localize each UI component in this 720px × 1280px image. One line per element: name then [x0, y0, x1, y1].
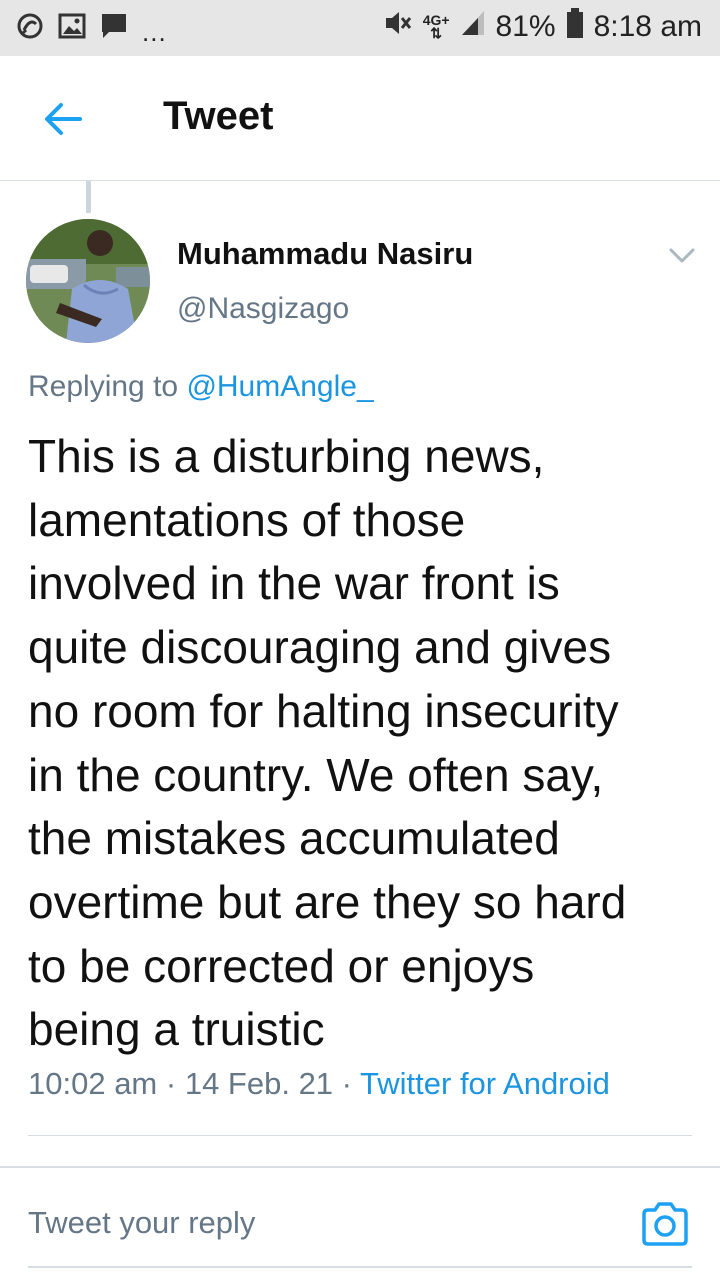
- meta-separator: ·: [157, 1066, 185, 1101]
- meta-separator-2: ·: [333, 1066, 361, 1101]
- tweet-time: 10:02 am: [28, 1066, 158, 1101]
- tweet-source-link[interactable]: Twitter for Android: [360, 1066, 610, 1101]
- data-arrows: ⇅: [430, 25, 442, 41]
- more-notifications: ...: [142, 17, 167, 47]
- reply-bar-divider: [0, 1166, 720, 1168]
- page-title: Tweet: [163, 94, 274, 138]
- status-bar: ... 4G+ ⇅ 81% 8:18 am: [0, 0, 720, 56]
- author-name[interactable]: Muhammadu Nasiru: [177, 236, 473, 272]
- tweet-text: This is a disturbing news, lamentations …: [28, 430, 627, 1056]
- avatar[interactable]: [26, 219, 150, 343]
- author-handle[interactable]: @Nasgizago: [177, 292, 349, 326]
- tweet-options-button[interactable]: [664, 240, 700, 270]
- app-header: Tweet: [0, 56, 720, 181]
- signal-strength-icon: [460, 9, 486, 45]
- battery-percent: 81%: [495, 10, 556, 43]
- tweet-metadata: 10:02 am · 14 Feb. 21 · Twitter for Andr…: [28, 1066, 610, 1102]
- replying-prefix: Replying to: [28, 370, 187, 403]
- mute-icon: [383, 9, 413, 45]
- battery-icon: [566, 8, 584, 46]
- divider: [28, 1135, 692, 1136]
- clock: 8:18 am: [593, 10, 702, 43]
- status-bar-notifications: ...: [16, 12, 167, 47]
- replying-to: Replying to @HumAngle_: [28, 370, 374, 404]
- status-bar-system: 4G+ ⇅ 81% 8:18 am: [383, 8, 702, 46]
- network-type: 4G+ ⇅: [423, 13, 450, 41]
- image-icon: [58, 13, 86, 44]
- reply-mention-link[interactable]: @HumAngle_: [186, 370, 373, 403]
- thread-connector: [86, 181, 91, 213]
- back-arrow-icon: [45, 103, 82, 135]
- reply-input[interactable]: Tweet your reply: [28, 1205, 255, 1241]
- tweet-date: 14 Feb. 21: [184, 1066, 334, 1101]
- camera-icon: [642, 1202, 688, 1246]
- back-button[interactable]: [40, 96, 86, 142]
- chevron-down-icon: [669, 248, 695, 263]
- signal-app-icon: [16, 12, 44, 45]
- avatar-photo: [26, 219, 150, 343]
- reply-input-underline: [28, 1266, 692, 1268]
- message-icon: [100, 12, 128, 45]
- camera-button[interactable]: [640, 1200, 690, 1248]
